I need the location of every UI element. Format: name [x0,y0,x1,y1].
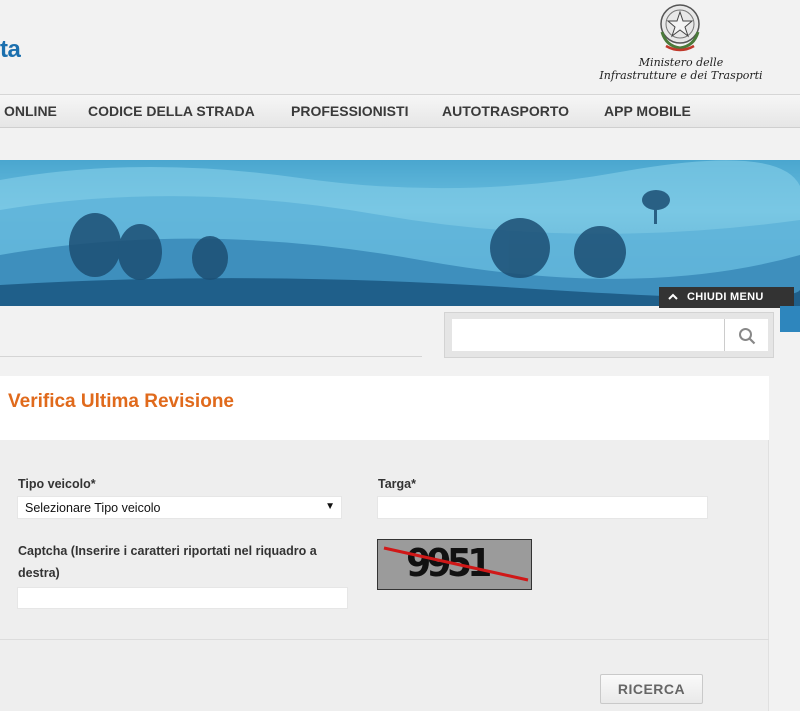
site-search [444,312,774,358]
site-search-input[interactable] [452,319,724,351]
nav-item-app-mobile[interactable]: APP MOBILE [604,103,691,119]
plate-input[interactable] [377,496,708,519]
section-divider [0,356,422,357]
captcha-label: Captcha (Inserire i caratteri riportati … [18,544,317,580]
nav-item-autotrasporto[interactable]: AUTOTRASPORTO [442,103,569,119]
nav-item-codice-della-strada[interactable]: CODICE DELLA STRADA [88,103,255,119]
plate-label: Targa* [378,477,416,491]
close-menu-label: CHIUDI MENU [687,291,764,303]
captcha-strike-line [383,546,529,582]
search-submit-button[interactable]: RICERCA [600,674,703,704]
captcha-input[interactable] [17,587,348,609]
site-header: ta Ministero delle Infrastrutture e dei … [0,0,800,95]
ministry-name-line2: Infrastrutture e dei Trasporti [599,69,763,82]
form-divider [0,639,769,640]
ministry-logo[interactable]: Ministero delle Infrastrutture e dei Tra… [596,2,766,90]
vehicle-type-label: Tipo veicolo* [18,477,96,491]
ministry-name: Ministero delle Infrastrutture e dei Tra… [596,56,766,82]
main-nav: ONLINE CODICE DELLA STRADA PROFESSIONIST… [0,94,800,128]
chevron-up-icon [668,293,678,300]
vehicle-type-selected: Selezionare Tipo veicolo [25,501,161,515]
captcha-image: 9951 [377,539,532,590]
vehicle-type-select[interactable]: Selezionare Tipo veicolo ▼ [17,496,342,519]
dropdown-arrow-icon: ▼ [325,501,335,512]
search-icon [739,328,756,345]
landscape-illustration [0,160,800,306]
side-accent [780,306,800,332]
nav-item-online[interactable]: ONLINE [4,103,57,119]
nav-item-professionisti[interactable]: PROFESSIONISTI [291,103,408,119]
ministry-name-line1: Ministero delle [638,56,724,69]
site-brand[interactable]: ta [0,36,21,64]
revision-form-panel: Verifica Ultima Revisione Tipo veicolo* … [0,376,769,711]
hero-banner [0,160,800,306]
close-menu-button[interactable]: CHIUDI MENU [659,287,794,308]
page-title: Verifica Ultima Revisione [8,391,234,412]
site-search-button[interactable] [724,319,768,351]
italian-emblem-icon [660,4,700,52]
panel-header: Verifica Ultima Revisione [0,376,769,440]
